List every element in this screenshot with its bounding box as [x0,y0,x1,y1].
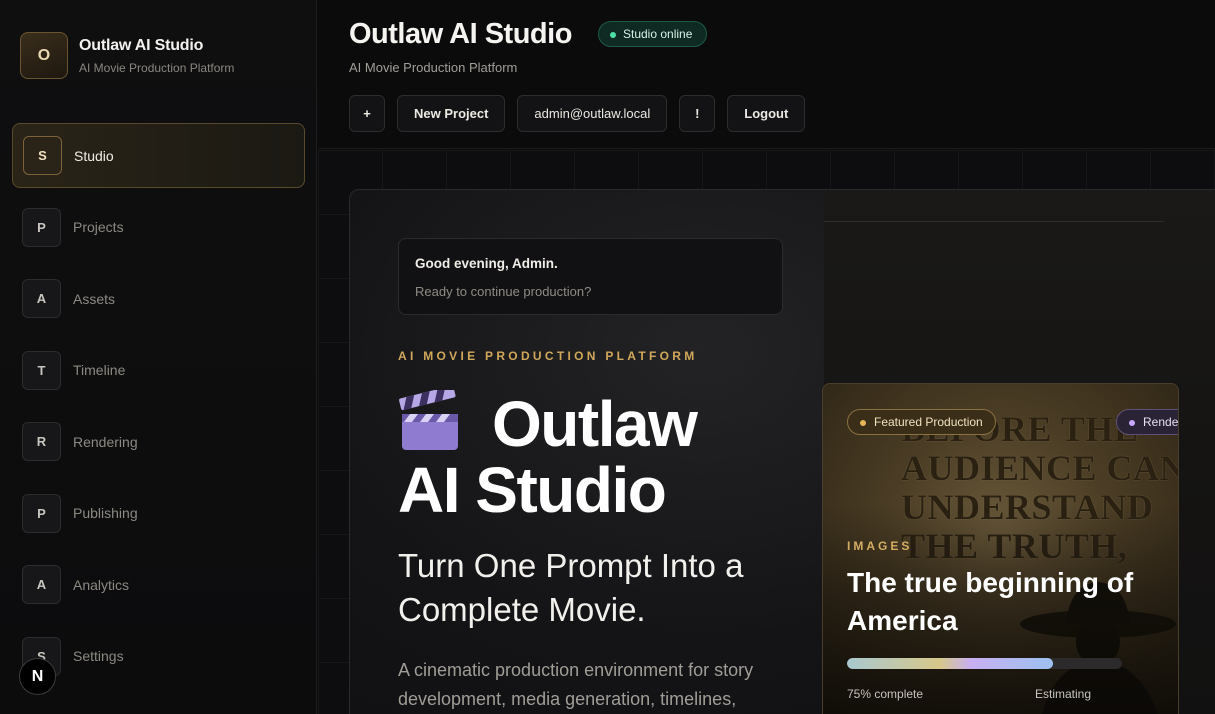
featured-kicker: IMAGES [847,539,913,553]
nav-badge: T [22,350,61,390]
nav-badge: R [22,422,61,461]
brand-subtitle: AI Movie Production Platform [79,60,235,75]
logout-button[interactable]: Logout [727,95,806,132]
sidebar-item-analytics[interactable]: A Analytics [12,552,305,617]
clapperboard-icon [398,385,462,452]
status-label: Studio online [623,27,693,41]
nav-badge: S [23,136,62,175]
progress-bar [847,658,1122,669]
brand-title: Outlaw AI Studio [79,36,204,54]
sidebar: O Outlaw AI Studio AI Movie Production P… [0,0,317,714]
toolbar: + New Project admin@outlaw.local ! Logou… [349,95,817,132]
sidebar-item-projects[interactable]: P Projects [12,195,305,260]
nav-badge: A [22,565,61,604]
brand[interactable]: O Outlaw AI Studio AI Movie Production P… [20,32,234,79]
hero-description: A cinematic production environment for s… [398,660,754,709]
page-title: Outlaw AI Studio [349,18,572,50]
progress-fill [847,658,1054,669]
account-email-button[interactable]: admin@outlaw.local [517,95,668,132]
greeting-title: Good evening, Admin. [415,256,558,271]
sidebar-item-settings[interactable]: S Settings [12,624,305,689]
alerts-button[interactable]: ! [679,95,716,132]
featured-pill-label: Featured Production [874,415,983,429]
divider [824,221,1164,222]
sidebar-item-studio[interactable]: S Studio [12,123,305,188]
rendering-pill-label: Rende [1143,415,1179,429]
featured-production-card[interactable]: BEFORE THE AUDIENCE CAN UNDERSTAND THE T… [822,383,1179,714]
sidebar-item-assets[interactable]: A Assets [12,266,305,331]
page-subtitle: AI Movie Production Platform [349,60,518,75]
header: Outlaw AI Studio Studio online AI Movie … [318,0,1215,149]
featured-production-badge: Featured Production [847,409,996,435]
hero-title-line2: AI Studio [398,454,667,526]
progress-label: 75% complete [847,687,924,701]
badge-dot-icon [860,419,866,426]
greeting-subtitle: Ready to continue production? [415,284,592,299]
hero-title-line1: Outlaw [492,388,698,460]
nav-badge: P [22,493,61,533]
rendering-badge: Rende [1116,409,1179,435]
sidebar-item-timeline[interactable]: T Timeline [12,338,305,403]
sidebar-item-label: Publishing [73,505,138,521]
sidebar-item-label: Rendering [73,433,138,450]
status-dot-icon [610,32,616,38]
sidebar-item-label: Projects [73,219,124,235]
eta-label: Estimating [1035,687,1092,701]
sidebar-item-label: Assets [73,290,116,307]
hero-eyebrow: AI MOVIE PRODUCTION PLATFORM [398,349,698,363]
framework-badge[interactable]: N [19,658,56,695]
sidebar-item-label: Analytics [73,576,130,593]
badge-dot-icon [1129,419,1135,426]
sidebar-nav: S Studio P Projects A Assets T Timeline … [12,123,305,695]
featured-title: The true beginning of America [847,567,1134,636]
sidebar-item-publishing[interactable]: P Publishing [12,481,305,546]
add-button[interactable]: + [349,95,385,132]
new-project-button[interactable]: New Project [397,95,506,132]
greeting-card: Good evening, Admin. Ready to continue p… [398,238,783,315]
sidebar-item-label: Studio [74,147,114,164]
sidebar-item-label: Timeline [73,362,126,378]
hero-tagline: Turn One Prompt Into a Complete Movie. [398,547,744,628]
nav-badge: A [22,279,61,318]
sidebar-item-label: Settings [73,648,124,664]
brand-logo: O [20,32,68,79]
hero-title: Outlaw AI Studio [398,385,798,526]
nav-badge: P [22,207,61,247]
sidebar-item-rendering[interactable]: R Rendering [12,409,305,474]
status-badge: Studio online [598,21,708,47]
